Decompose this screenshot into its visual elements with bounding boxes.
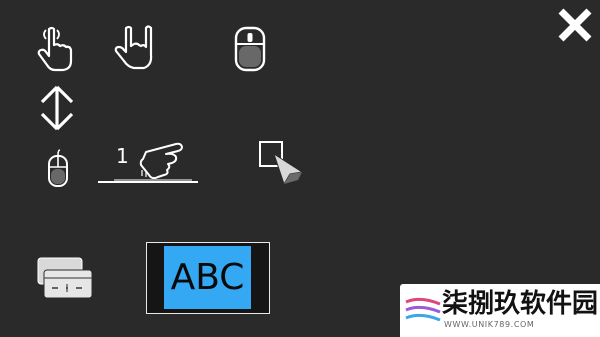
watermark: 柒捌玖软件园 WWW.UNIK789.COM xyxy=(400,284,600,337)
keyboard-icon xyxy=(37,257,93,299)
close-button[interactable] xyxy=(556,6,594,44)
abc-label: ABC xyxy=(170,256,245,298)
rock-gesture-icon xyxy=(114,25,153,70)
cursor-pointer-button[interactable] xyxy=(258,140,306,188)
keyboard-button[interactable] xyxy=(36,256,94,300)
close-icon xyxy=(558,8,592,42)
small-mouse-button[interactable] xyxy=(44,148,72,188)
mouse-button[interactable] xyxy=(233,26,267,72)
cursor-pointer-icon xyxy=(259,141,304,186)
tap-gesture-button[interactable] xyxy=(36,26,76,72)
mouse-icon xyxy=(234,26,266,72)
watermark-url: WWW.UNIK789.COM xyxy=(444,320,535,329)
watermark-logo-icon xyxy=(405,297,441,322)
abc-keyboard-button[interactable]: ABC xyxy=(146,242,270,314)
small-mouse-icon xyxy=(48,149,68,187)
vertical-scroll-icon xyxy=(40,85,74,131)
one-finger-swipe-icon xyxy=(98,142,198,183)
watermark-title: 柒捌玖软件园 xyxy=(442,289,599,319)
finger-count-label: 1 xyxy=(116,144,129,168)
one-finger-swipe-button[interactable] xyxy=(96,138,204,186)
tap-gesture-icon xyxy=(37,26,73,72)
vertical-scroll-button[interactable] xyxy=(38,84,76,132)
abc-key[interactable]: ABC xyxy=(164,246,251,309)
rock-gesture-button[interactable] xyxy=(114,24,162,74)
